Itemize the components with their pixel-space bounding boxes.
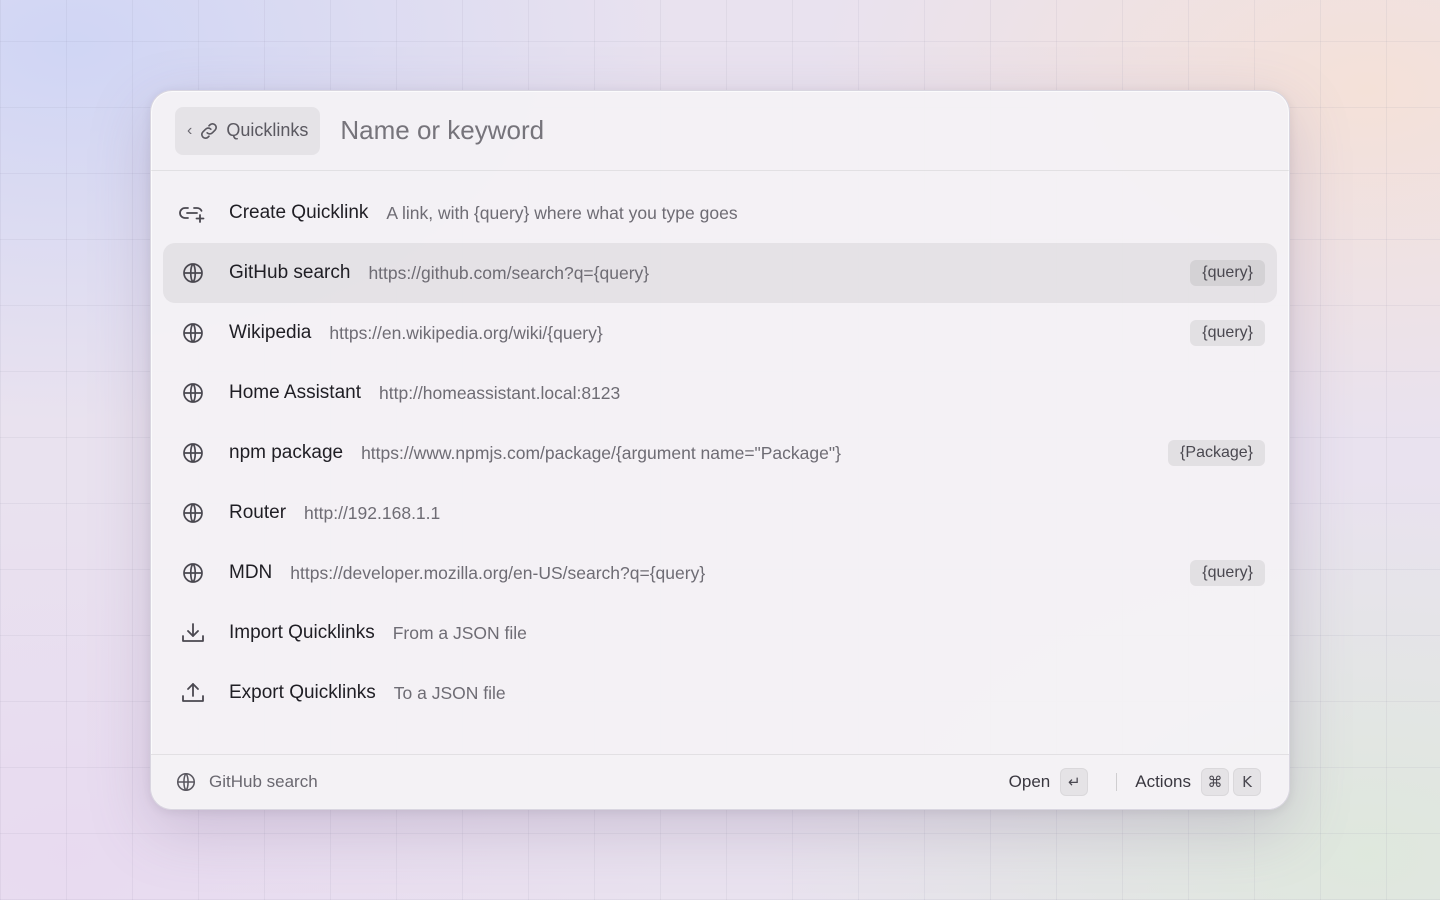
- launcher-window: ‹ Quicklinks Create Quicklink A link, wit…: [150, 90, 1290, 810]
- list-item-title: Export Quicklinks: [229, 682, 376, 703]
- list-item[interactable]: npm package https://www.npmjs.com/package…: [163, 423, 1277, 483]
- footer-divider: [1116, 773, 1118, 791]
- list-item-title: Import Quicklinks: [229, 622, 375, 643]
- globe-icon: [175, 771, 197, 793]
- list-item[interactable]: MDN https://developer.mozilla.org/en-US/s…: [163, 543, 1277, 603]
- list-item-title: Create Quicklink: [229, 202, 369, 223]
- list-item[interactable]: Export Quicklinks To a JSON file: [163, 663, 1277, 723]
- list-item-subtitle: https://www.npmjs.com/package/{argument …: [361, 442, 841, 463]
- list-item-subtitle: http://homeassistant.local:8123: [379, 382, 621, 403]
- list-item-subtitle: A link, with {query} where what you type…: [386, 202, 738, 223]
- action-bar: GitHub search Open ↵ Actions ⌘ K: [151, 754, 1289, 809]
- list-item-subtitle: From a JSON file: [392, 622, 527, 643]
- back-button-label: Quicklinks: [226, 120, 309, 140]
- list-item-subtitle: https://en.wikipedia.org/wiki/{query}: [329, 322, 603, 343]
- list-item-title: Router: [229, 502, 287, 523]
- list-item[interactable]: Wikipedia https://en.wikipedia.org/wiki/{…: [163, 303, 1277, 363]
- list-item-subtitle: https://developer.mozilla.org/en-US/sear…: [290, 562, 706, 583]
- argument-tag: {query}: [1190, 260, 1265, 286]
- actions-button[interactable]: Actions: [1135, 772, 1191, 792]
- search-header: ‹ Quicklinks: [151, 91, 1289, 171]
- list-item-title: MDN: [229, 562, 273, 583]
- download-icon: [179, 619, 207, 647]
- list-item-title: Wikipedia: [229, 322, 312, 343]
- list-item[interactable]: Create Quicklink A link, with {query} whe…: [163, 183, 1277, 243]
- argument-tag: {Package}: [1168, 440, 1265, 466]
- search-input[interactable]: [338, 114, 1043, 147]
- globe-icon: [179, 439, 207, 467]
- list-item-subtitle: https://github.com/search?q={query}: [368, 262, 650, 283]
- chevron-left-icon: ‹: [187, 121, 193, 139]
- selected-item-name: GitHub search: [209, 772, 318, 791]
- link-plus-icon: [179, 199, 207, 227]
- upload-icon: [179, 679, 207, 707]
- argument-tag: {query}: [1190, 560, 1265, 586]
- list-item-subtitle: To a JSON file: [393, 682, 506, 703]
- list-item[interactable]: GitHub search https://github.com/search?q…: [163, 243, 1277, 303]
- globe-icon: [179, 499, 207, 527]
- argument-tag: {query}: [1190, 320, 1265, 346]
- k-key-hint: K: [1233, 768, 1261, 796]
- list-item-title: npm package: [229, 442, 344, 463]
- globe-icon: [179, 259, 207, 287]
- command-key-hint: ⌘: [1201, 768, 1229, 796]
- globe-icon: [179, 559, 207, 587]
- back-button[interactable]: ‹ Quicklinks: [175, 106, 321, 155]
- results-list: Create Quicklink A link, with {query} whe…: [151, 171, 1289, 723]
- list-item[interactable]: Import Quicklinks From a JSON file: [163, 603, 1277, 663]
- globe-icon: [179, 319, 207, 347]
- list-item[interactable]: Router http://192.168.1.1: [163, 483, 1277, 543]
- globe-icon: [179, 379, 207, 407]
- list-item-title: GitHub search: [229, 262, 351, 283]
- link-icon: [198, 120, 220, 142]
- open-action-button[interactable]: Open: [1009, 772, 1051, 792]
- list-item-title: Home Assistant: [229, 382, 361, 403]
- list-item-subtitle: http://192.168.1.1: [304, 502, 441, 523]
- return-key-hint: ↵: [1060, 768, 1089, 796]
- list-item[interactable]: Home Assistant http://homeassistant.local…: [163, 363, 1277, 423]
